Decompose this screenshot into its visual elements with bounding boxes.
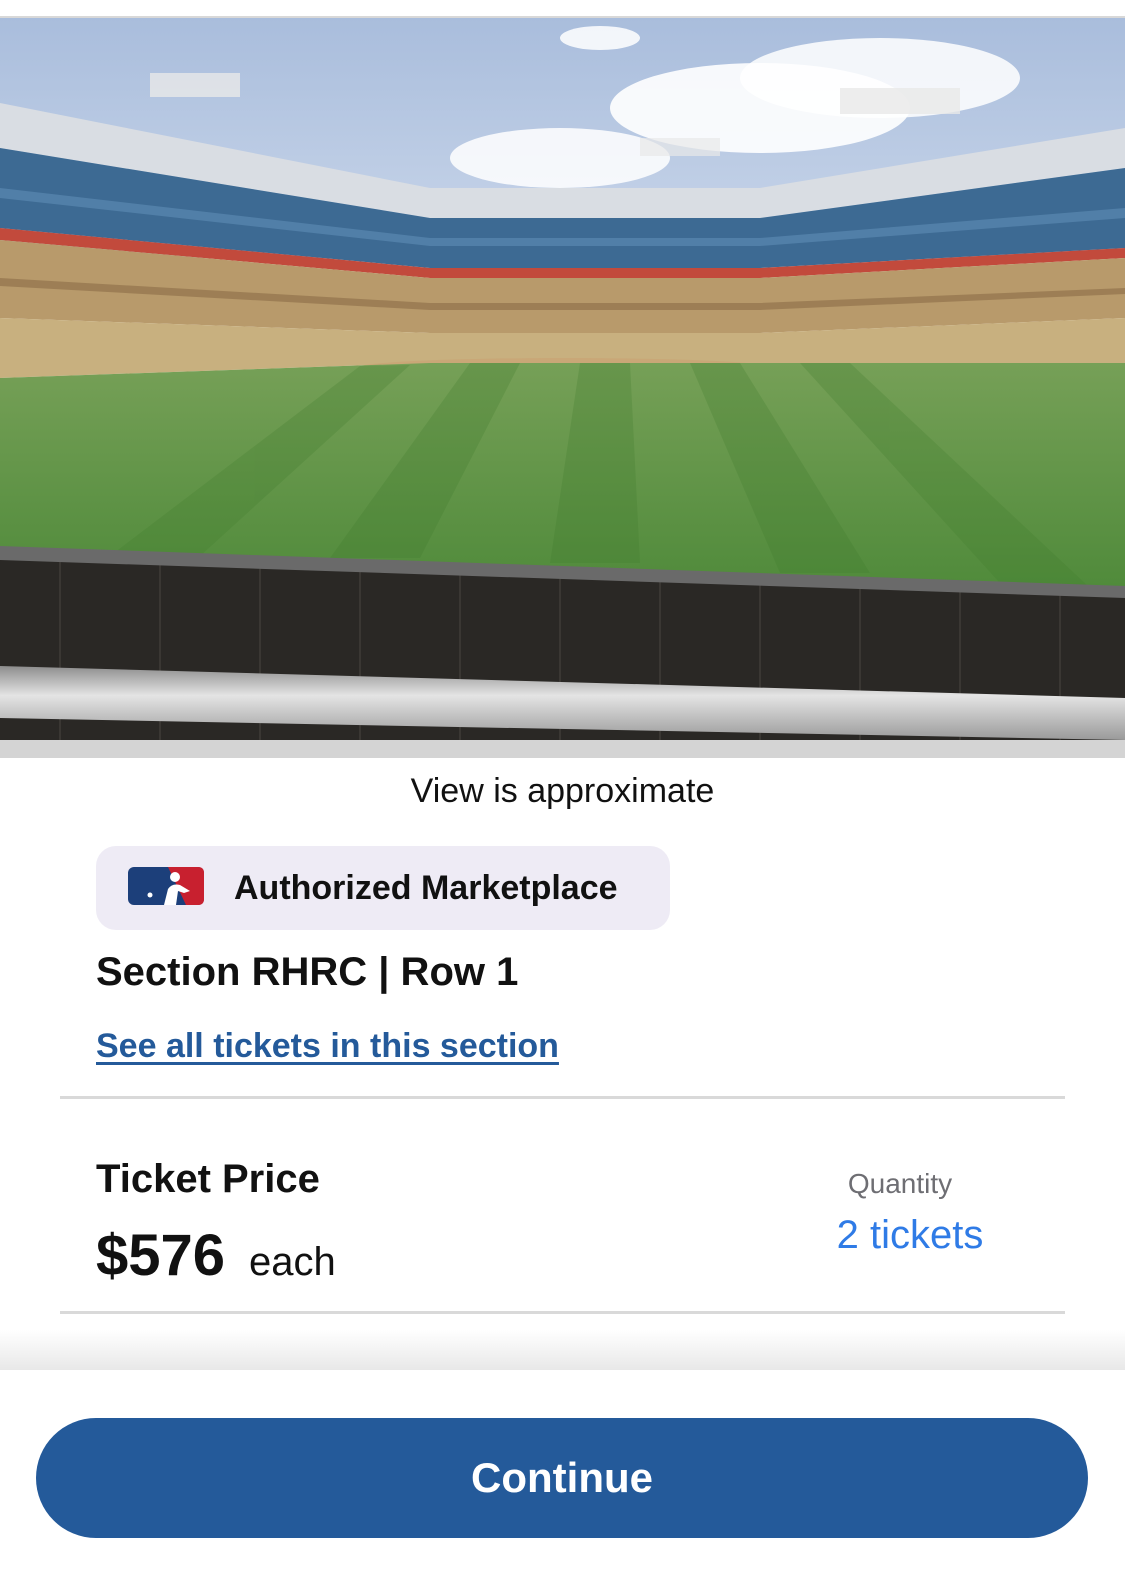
quantity-label: Quantity: [847, 1168, 953, 1199]
ticket-price-label: Ticket Price: [96, 1157, 320, 1201]
view-approximate-caption: View is approximate: [410, 772, 715, 810]
quantity-selector[interactable]: 2 tickets: [790, 1213, 1030, 1258]
mlb-logo-icon: [128, 867, 204, 909]
section-row-title: Section RHRC | Row 1: [96, 950, 519, 994]
footer-shadow: [0, 1330, 1125, 1370]
ticket-listing-page: View is approximate Authorized Marketpla…: [0, 0, 1125, 1588]
divider: [60, 1096, 1065, 1099]
stadium-view-image: [0, 18, 1125, 758]
authorized-marketplace-badge: Authorized Marketplace: [96, 846, 670, 930]
top-separator: [0, 0, 1125, 18]
price-amount: $576: [96, 1223, 226, 1288]
continue-button[interactable]: Continue: [36, 1418, 1088, 1538]
price-each-label: each: [249, 1240, 336, 1284]
price-row: $576 each: [96, 1222, 336, 1289]
see-all-tickets-link[interactable]: See all tickets in this section: [96, 1027, 559, 1066]
divider: [60, 1311, 1065, 1314]
authorized-marketplace-label: Authorized Marketplace: [234, 868, 618, 907]
